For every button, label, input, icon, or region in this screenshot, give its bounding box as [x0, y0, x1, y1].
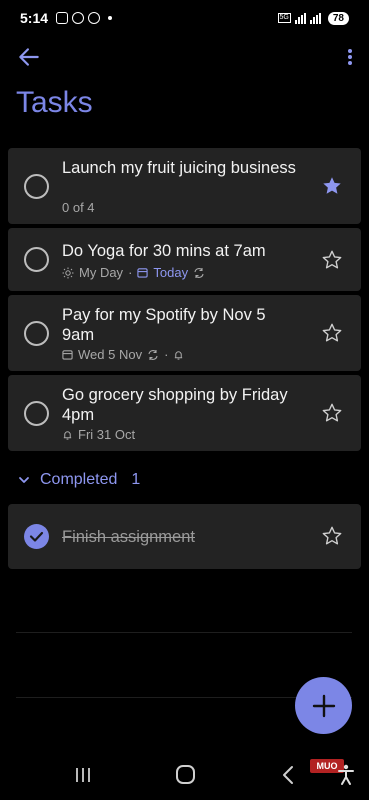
accessibility-icon[interactable]	[337, 764, 355, 786]
screenshot-icon	[56, 12, 69, 24]
plus-icon	[312, 694, 335, 717]
task-title: Do Yoga for 30 mins at 7am	[62, 242, 266, 260]
status-notification-icons	[56, 12, 113, 24]
signal-icon-2	[309, 12, 321, 24]
task-meta: My Day · Today	[62, 265, 205, 280]
separator-dot: ·	[128, 265, 133, 280]
sync-icon	[72, 12, 85, 24]
status-bar: 5:14 5G 78	[0, 0, 369, 36]
task-item[interactable]: Pay for my Spotify by Nov 5 9am Wed 5 No…	[8, 295, 361, 371]
network-type-badge: 5G	[277, 13, 291, 23]
task-title: Launch my fruit juicing business	[62, 159, 296, 177]
task-subtitle: 0 of 4	[62, 200, 95, 215]
complete-checkbox[interactable]	[24, 174, 49, 199]
star-outline-icon[interactable]	[321, 322, 343, 344]
star-outline-icon[interactable]	[321, 525, 343, 547]
more-notifications-dot	[108, 16, 113, 20]
star-outline-icon[interactable]	[321, 249, 343, 271]
top-app-bar	[0, 40, 369, 74]
subtask-count: 0 of 4	[62, 200, 95, 215]
calendar-icon	[62, 350, 73, 360]
divider	[16, 632, 352, 633]
completed-count: 1	[131, 471, 141, 488]
star-outline-icon[interactable]	[321, 402, 343, 424]
signal-icon	[294, 12, 306, 24]
complete-checkbox[interactable]	[24, 321, 49, 346]
add-task-button[interactable]	[295, 677, 352, 734]
task-title: Pay for my Spotify by Nov 5 9am	[62, 306, 266, 344]
complete-checkbox[interactable]	[24, 401, 49, 426]
my-day-label: My Day	[79, 265, 124, 280]
system-navigation-bar	[0, 750, 369, 800]
completed-task-title: Finish assignment	[62, 528, 195, 546]
recent-apps-icon[interactable]	[73, 766, 93, 784]
app-notification-icon	[88, 12, 101, 24]
task-item[interactable]: Do Yoga for 30 mins at 7am My Day · Toda…	[8, 228, 361, 291]
reminder-label: Fri 31 Oct	[78, 427, 136, 442]
complete-checkbox[interactable]	[24, 247, 49, 272]
repeat-icon	[194, 267, 204, 278]
battery-badge: 78	[327, 11, 349, 25]
task-item[interactable]: Go grocery shopping by Friday 4pm Fri 31…	[8, 375, 361, 451]
bell-icon	[175, 350, 183, 360]
status-time: 5:14	[20, 10, 49, 26]
task-item[interactable]: Launch my fruit juicing business 0 of 4	[8, 148, 361, 224]
arrow-left-icon[interactable]	[16, 44, 42, 70]
due-date-label: Wed 5 Nov	[78, 347, 143, 362]
completed-label: Completed	[40, 471, 118, 488]
calendar-icon	[137, 268, 149, 278]
completed-section-toggle[interactable]: Completed 1	[18, 470, 140, 490]
sun-icon	[62, 267, 74, 278]
task-meta: Wed 5 Nov ·	[62, 347, 184, 362]
bell-icon	[63, 430, 72, 440]
status-system-icons: 5G 78	[277, 11, 349, 25]
checkmark-icon	[29, 531, 44, 542]
repeat-icon	[148, 349, 158, 360]
page-title: Tasks	[16, 86, 93, 119]
due-date-label: Today	[153, 265, 189, 280]
more-vertical-icon[interactable]	[345, 44, 355, 70]
task-meta: Fri 31 Oct	[62, 427, 135, 442]
star-filled-icon[interactable]	[321, 175, 343, 197]
system-back-icon[interactable]	[280, 764, 296, 786]
completed-task-item[interactable]: Finish assignment	[8, 504, 361, 569]
completed-checkbox[interactable]	[24, 524, 49, 549]
chevron-down-icon	[19, 477, 29, 483]
home-button-icon[interactable]	[176, 765, 195, 784]
separator-dot: ·	[164, 347, 169, 362]
task-title: Go grocery shopping by Friday 4pm	[62, 386, 288, 424]
